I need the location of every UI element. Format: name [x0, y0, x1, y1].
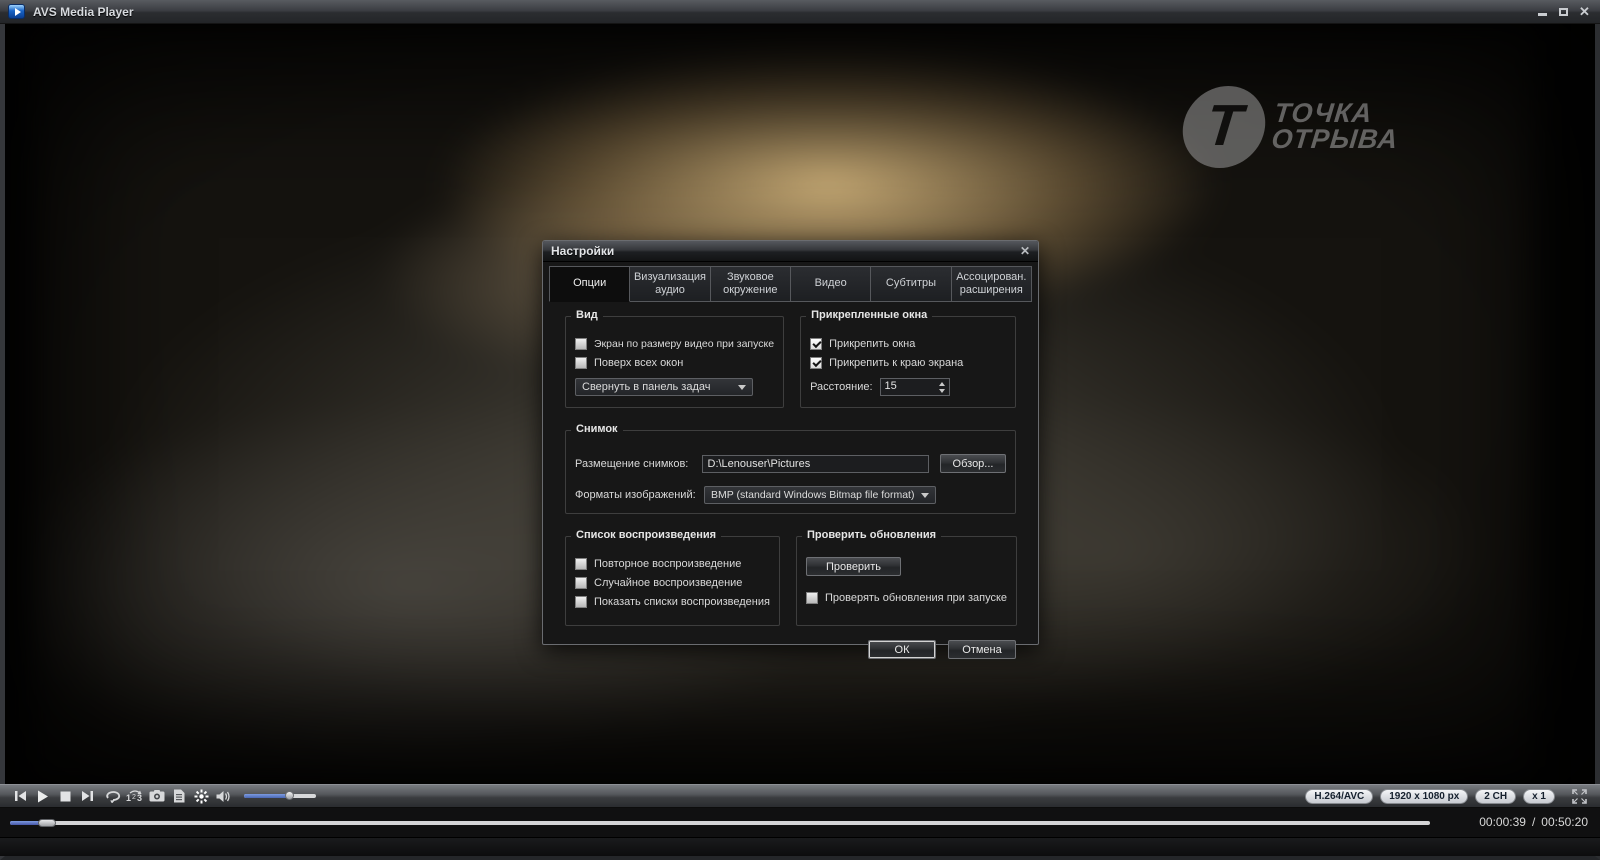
resolution-badge: 1920 x 1080 px	[1380, 788, 1469, 804]
tab-video[interactable]: Видео	[790, 266, 872, 302]
dialog-tabs: Опции Визуализация аудио Звуковое окруже…	[543, 262, 1038, 302]
svg-text:3: 3	[137, 793, 142, 803]
tab-subtitles[interactable]: Субтитры	[871, 266, 952, 302]
chevron-down-icon	[738, 384, 746, 390]
stop-button[interactable]	[54, 787, 76, 805]
tab-associated-extensions[interactable]: Ассоцирован. расширения	[951, 266, 1032, 302]
dialog-title: Настройки	[551, 244, 615, 258]
group-playlist: Список воспроизведения Повторное воспрои…	[565, 529, 780, 626]
fullscreen-button[interactable]	[1568, 787, 1590, 805]
minimize-button[interactable]	[1535, 5, 1550, 18]
maximize-button[interactable]	[1556, 5, 1571, 18]
volume-button[interactable]	[212, 787, 234, 805]
shuffle-button[interactable]: 123	[124, 787, 146, 805]
seek-row: 00:00:39 / 00:50:20	[0, 808, 1600, 838]
tab-audio-environment[interactable]: Звуковое окружение	[710, 266, 791, 302]
total-time: 00:50:20	[1541, 815, 1588, 829]
channel-watermark: T ТОЧКА ОТРЫВА	[1178, 86, 1404, 168]
dialog-close-icon[interactable]: ✕	[1020, 245, 1030, 257]
group-docked-windows: Прикрепленные окна Прикрепить окна Прикр…	[800, 309, 1016, 408]
group-check-updates: Проверить обновления Проверить Проверять…	[795, 529, 1018, 626]
dock-windows-checkbox[interactable]	[810, 338, 823, 350]
group-view: Вид Экран по размеру видео при запуске П…	[565, 309, 785, 408]
seek-slider-handle[interactable]	[38, 819, 57, 827]
check-updates-startup-checkbox[interactable]	[805, 592, 818, 604]
repeat-button[interactable]	[102, 787, 124, 805]
window-footer	[0, 838, 1600, 856]
tab-audio-visualization[interactable]: Визуализация аудио	[630, 266, 711, 302]
window-titlebar: AVS Media Player ✕	[0, 0, 1600, 24]
svg-text:1: 1	[126, 793, 131, 803]
svg-text:2: 2	[132, 794, 136, 801]
chevron-down-icon	[921, 492, 929, 498]
minimize-mode-select[interactable]: Свернуть в панель задач	[575, 378, 753, 396]
cancel-button[interactable]: Отмена	[948, 640, 1016, 659]
codec-badge: H.264/AVC	[1305, 788, 1374, 804]
previous-button[interactable]	[10, 787, 32, 805]
watermark-logo-icon: T	[1178, 86, 1270, 168]
elapsed-time: 00:00:39	[1479, 815, 1526, 829]
control-bar: 123 H.264/AVC 1920 x 1080 px 2 CH x 1	[0, 784, 1600, 808]
spin-up-icon[interactable]	[939, 381, 946, 386]
dock-to-edge-checkbox[interactable]	[810, 357, 823, 369]
close-button[interactable]: ✕	[1577, 5, 1592, 18]
app-logo-icon	[8, 4, 25, 19]
repeat-playback-checkbox[interactable]	[575, 558, 587, 570]
watermark-line2: ОТРЫВА	[1270, 124, 1400, 154]
tab-options[interactable]: Опции	[549, 266, 631, 302]
snapshot-location-input[interactable]: D:\Lenouser\Pictures	[701, 454, 929, 473]
next-button[interactable]	[76, 787, 98, 805]
ok-button[interactable]: ОК	[868, 640, 936, 659]
distance-stepper[interactable]: 15	[879, 378, 950, 396]
time-display: 00:00:39 / 00:50:20	[1479, 815, 1588, 829]
volume-slider[interactable]	[244, 791, 316, 800]
window-title: AVS Media Player	[33, 4, 134, 19]
image-format-label: Форматы изображений:	[575, 489, 696, 501]
seek-slider[interactable]	[10, 819, 1430, 827]
group-snapshot: Снимок Размещение снимков: D:\Lenouser\P…	[565, 423, 1016, 514]
show-playlists-checkbox[interactable]	[575, 596, 587, 608]
spin-down-icon[interactable]	[939, 388, 946, 393]
random-playback-checkbox[interactable]	[575, 577, 587, 589]
snapshot-location-label: Размещение снимков:	[575, 457, 689, 470]
fit-screen-checkbox[interactable]	[575, 338, 587, 350]
distance-label: Расстояние:	[810, 381, 873, 393]
snapshot-button[interactable]	[146, 787, 168, 805]
channels-badge: 2 CH	[1475, 788, 1517, 804]
browse-button[interactable]: Обзор...	[940, 454, 1006, 473]
time-separator: /	[1531, 815, 1536, 829]
app-window: AVS Media Player ✕ T ТОЧКА ОТРЫВА Настро…	[0, 0, 1600, 860]
always-on-top-checkbox[interactable]	[575, 357, 587, 369]
volume-slider-handle[interactable]	[284, 791, 294, 800]
image-format-select[interactable]: BMP (standard Windows Bitmap file format…	[704, 486, 936, 504]
speed-badge: x 1	[1523, 788, 1555, 804]
settings-dialog: Настройки ✕ Опции Визуализация аудио Зву…	[542, 240, 1039, 659]
settings-button[interactable]	[190, 787, 212, 805]
play-button[interactable]	[32, 787, 54, 805]
dialog-titlebar[interactable]: Настройки ✕	[543, 241, 1038, 262]
playlist-button[interactable]	[168, 787, 190, 805]
check-updates-button[interactable]: Проверить	[805, 557, 901, 576]
